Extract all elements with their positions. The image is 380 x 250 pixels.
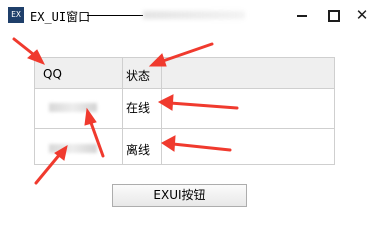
- qq-cell-redacted[interactable]: [49, 144, 97, 153]
- title-redacted: [143, 11, 245, 19]
- qq-cell-redacted[interactable]: [49, 103, 97, 112]
- title-separator: [87, 15, 143, 16]
- column-divider[interactable]: [161, 58, 162, 164]
- app-icon: EX: [8, 7, 24, 23]
- title-bar[interactable]: EX EX_UI窗口 ✕: [0, 0, 380, 30]
- maximize-button[interactable]: [324, 6, 342, 24]
- maximize-icon: [328, 10, 340, 22]
- close-icon: ✕: [355, 6, 369, 24]
- window-title: EX_UI窗口: [30, 10, 91, 24]
- exui-button[interactable]: EXUI按钮: [112, 184, 247, 207]
- close-button[interactable]: ✕: [353, 6, 371, 24]
- minimize-icon: [297, 15, 307, 17]
- status-cell[interactable]: 离线: [126, 141, 150, 158]
- status-cell[interactable]: 在线: [126, 99, 150, 116]
- data-grid[interactable]: QQ 状态 在线 离线: [34, 57, 335, 165]
- header-qq[interactable]: QQ: [43, 67, 62, 81]
- row-divider: [35, 128, 334, 129]
- column-divider[interactable]: [122, 58, 123, 164]
- header-status[interactable]: 状态: [126, 67, 150, 84]
- minimize-button[interactable]: [293, 6, 311, 24]
- grid-header: [35, 58, 334, 89]
- app-window: EX EX_UI窗口 ✕ QQ 状态 在线 离线 EXUI按钮: [0, 0, 380, 250]
